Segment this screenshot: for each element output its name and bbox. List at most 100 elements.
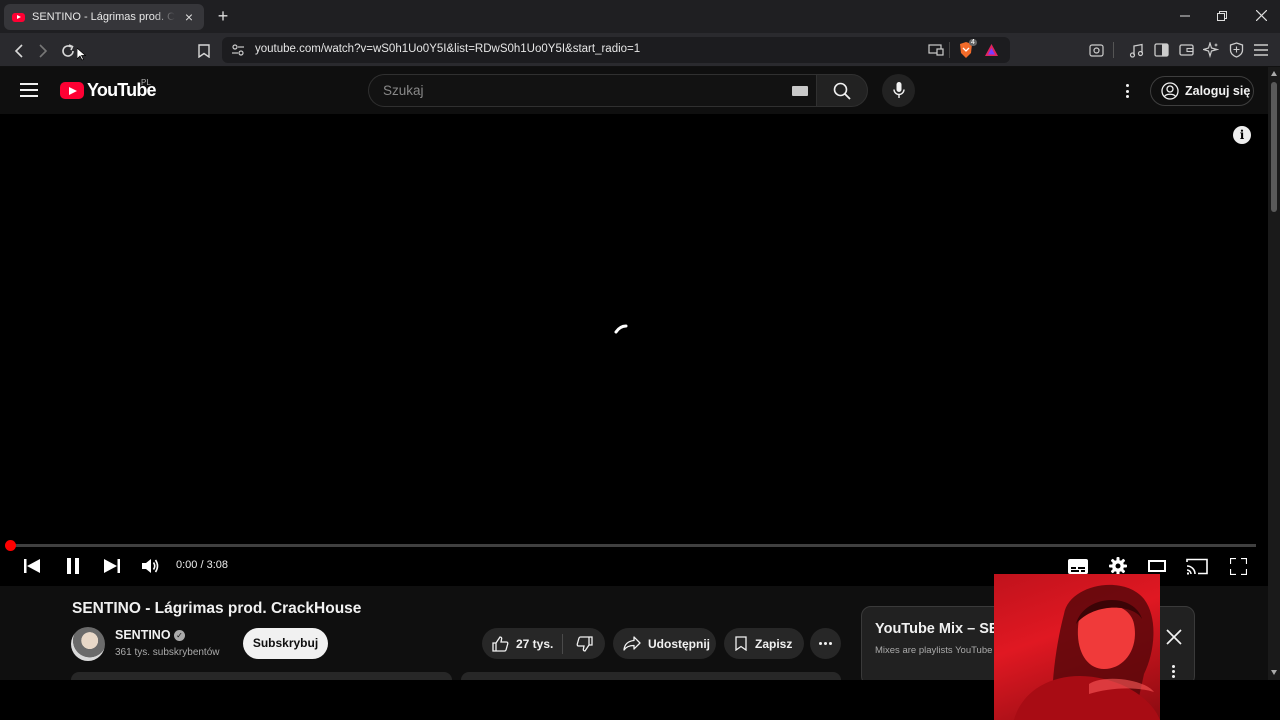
url-text: youtube.com/watch?v=wS0h1Uo0Y5I&list=RDw…: [255, 43, 641, 55]
minimize-button[interactable]: [1175, 6, 1195, 26]
back-arrow-icon: [14, 44, 23, 58]
site-settings-icon[interactable]: [231, 43, 245, 57]
guide-menu-button[interactable]: [20, 83, 38, 97]
wallet-icon: [1178, 44, 1194, 56]
closed-captions-icon: [1068, 558, 1088, 574]
media-button[interactable]: [1127, 41, 1145, 59]
leo-panel-button[interactable]: [1087, 41, 1105, 59]
bookmark-icon: [198, 44, 210, 58]
tab-close-button[interactable]: ×: [182, 9, 196, 25]
pause-icon: [67, 558, 79, 574]
comments-box[interactable]: [461, 672, 841, 680]
channel-name[interactable]: SENTINO: [115, 628, 171, 642]
browser-menu-button[interactable]: [1252, 41, 1270, 59]
vpn-button[interactable]: [1227, 41, 1245, 59]
gear-icon: [1109, 557, 1127, 575]
menu-icon: [1254, 44, 1268, 56]
progress-scrubber[interactable]: [5, 540, 16, 551]
youtube-favicon-icon: [12, 12, 25, 22]
previous-button[interactable]: [20, 554, 44, 578]
cast-button[interactable]: [1185, 554, 1209, 578]
video-player[interactable]: i 0:00 / 3:08: [0, 114, 1268, 586]
wallet-button[interactable]: [1177, 41, 1195, 59]
share-button[interactable]: Udostępnij: [613, 628, 716, 659]
browser-tab[interactable]: SENTINO - Lágrimas prod. CrackHouse ×: [4, 4, 204, 30]
sidebar-icon: [1153, 43, 1169, 57]
youtube-header: YouTube PL Szukaj Zaloguj się: [0, 67, 1268, 114]
bookmark-button[interactable]: [193, 40, 215, 62]
page-scrollbar[interactable]: [1268, 67, 1280, 680]
search-input[interactable]: Szukaj: [368, 74, 816, 107]
search-button[interactable]: [816, 74, 868, 107]
sidebar-button[interactable]: [1152, 41, 1170, 59]
voice-search-button[interactable]: [882, 74, 915, 107]
sparkle-icon: [1203, 42, 1219, 58]
leo-ai-button[interactable]: [1202, 41, 1220, 59]
save-bookmark-icon: [735, 636, 747, 651]
description-box[interactable]: [71, 672, 452, 680]
scroll-down-icon[interactable]: [1271, 670, 1277, 675]
cast-icon: [1186, 558, 1208, 574]
reload-button[interactable]: [57, 40, 79, 62]
skip-previous-icon: [24, 559, 40, 573]
like-count: 27 tys.: [516, 636, 554, 651]
keyboard-icon[interactable]: [792, 86, 808, 96]
pause-button[interactable]: [61, 554, 85, 578]
hamburger-line: [20, 83, 38, 85]
dot: [1172, 675, 1175, 678]
subscribe-button[interactable]: Subskrybuj: [243, 628, 328, 659]
install-app-icon[interactable]: [928, 44, 944, 56]
new-tab-button[interactable]: +: [214, 6, 232, 26]
settings-more-button[interactable]: [1118, 81, 1136, 101]
channel-avatar[interactable]: [71, 627, 105, 661]
brave-rewards-icon[interactable]: [984, 43, 999, 57]
restore-button[interactable]: [1212, 6, 1232, 26]
toolbar-divider: [1113, 42, 1114, 58]
search-placeholder: Szukaj: [383, 83, 424, 98]
dot: [829, 642, 832, 645]
dot: [824, 642, 827, 645]
dot: [1125, 95, 1129, 98]
close-panel-icon[interactable]: [1164, 627, 1184, 647]
sign-in-label: Zaloguj się: [1185, 84, 1251, 98]
save-button[interactable]: Zapisz: [724, 628, 804, 659]
loading-spinner-icon: [614, 324, 628, 334]
close-window-button[interactable]: [1251, 6, 1271, 26]
search-icon: [833, 82, 851, 100]
mute-button[interactable]: [139, 554, 163, 578]
scroll-up-icon[interactable]: [1271, 71, 1277, 76]
mix-more-button[interactable]: [1172, 665, 1175, 678]
fullscreen-button[interactable]: [1226, 554, 1250, 578]
back-button[interactable]: [8, 40, 30, 62]
info-button[interactable]: i: [1233, 126, 1251, 144]
music-note-icon: [1129, 43, 1143, 58]
restore-icon: [1217, 11, 1227, 21]
dot: [819, 642, 822, 645]
tab-title: SENTINO - Lágrimas prod. CrackHouse: [32, 11, 175, 23]
browser-toolbar: youtube.com/watch?v=wS0h1Uo0Y5I&list=RDw…: [0, 33, 1280, 67]
sign-in-button[interactable]: Zaloguj się: [1150, 76, 1254, 106]
webcam-person-image: [1014, 584, 1160, 720]
country-code: PL: [141, 78, 151, 87]
youtube-play-logo-icon: [60, 82, 84, 99]
dislike-button[interactable]: [563, 635, 605, 652]
save-label: Zapisz: [755, 636, 793, 651]
progress-bar[interactable]: [5, 540, 1256, 551]
thumbs-up-icon: [492, 635, 509, 652]
dot: [1125, 84, 1129, 87]
reload-icon: [62, 44, 74, 57]
like-button[interactable]: 27 tys.: [482, 635, 562, 652]
video-title: SENTINO - Lágrimas prod. CrackHouse: [72, 600, 362, 617]
forward-button[interactable]: [32, 40, 54, 62]
fullscreen-icon: [1229, 557, 1247, 575]
dot: [1172, 665, 1175, 668]
mouse-cursor-icon: [77, 48, 86, 61]
address-bar[interactable]: youtube.com/watch?v=wS0h1Uo0Y5I&list=RDw…: [222, 37, 1010, 63]
dot: [1172, 670, 1175, 673]
scrollbar-thumb[interactable]: [1271, 82, 1277, 212]
more-actions-button[interactable]: [810, 628, 841, 659]
next-button[interactable]: [100, 554, 124, 578]
webcam-overlay: [994, 574, 1160, 720]
screenshot-icon: [1088, 43, 1104, 57]
theater-mode-icon: [1148, 560, 1166, 572]
